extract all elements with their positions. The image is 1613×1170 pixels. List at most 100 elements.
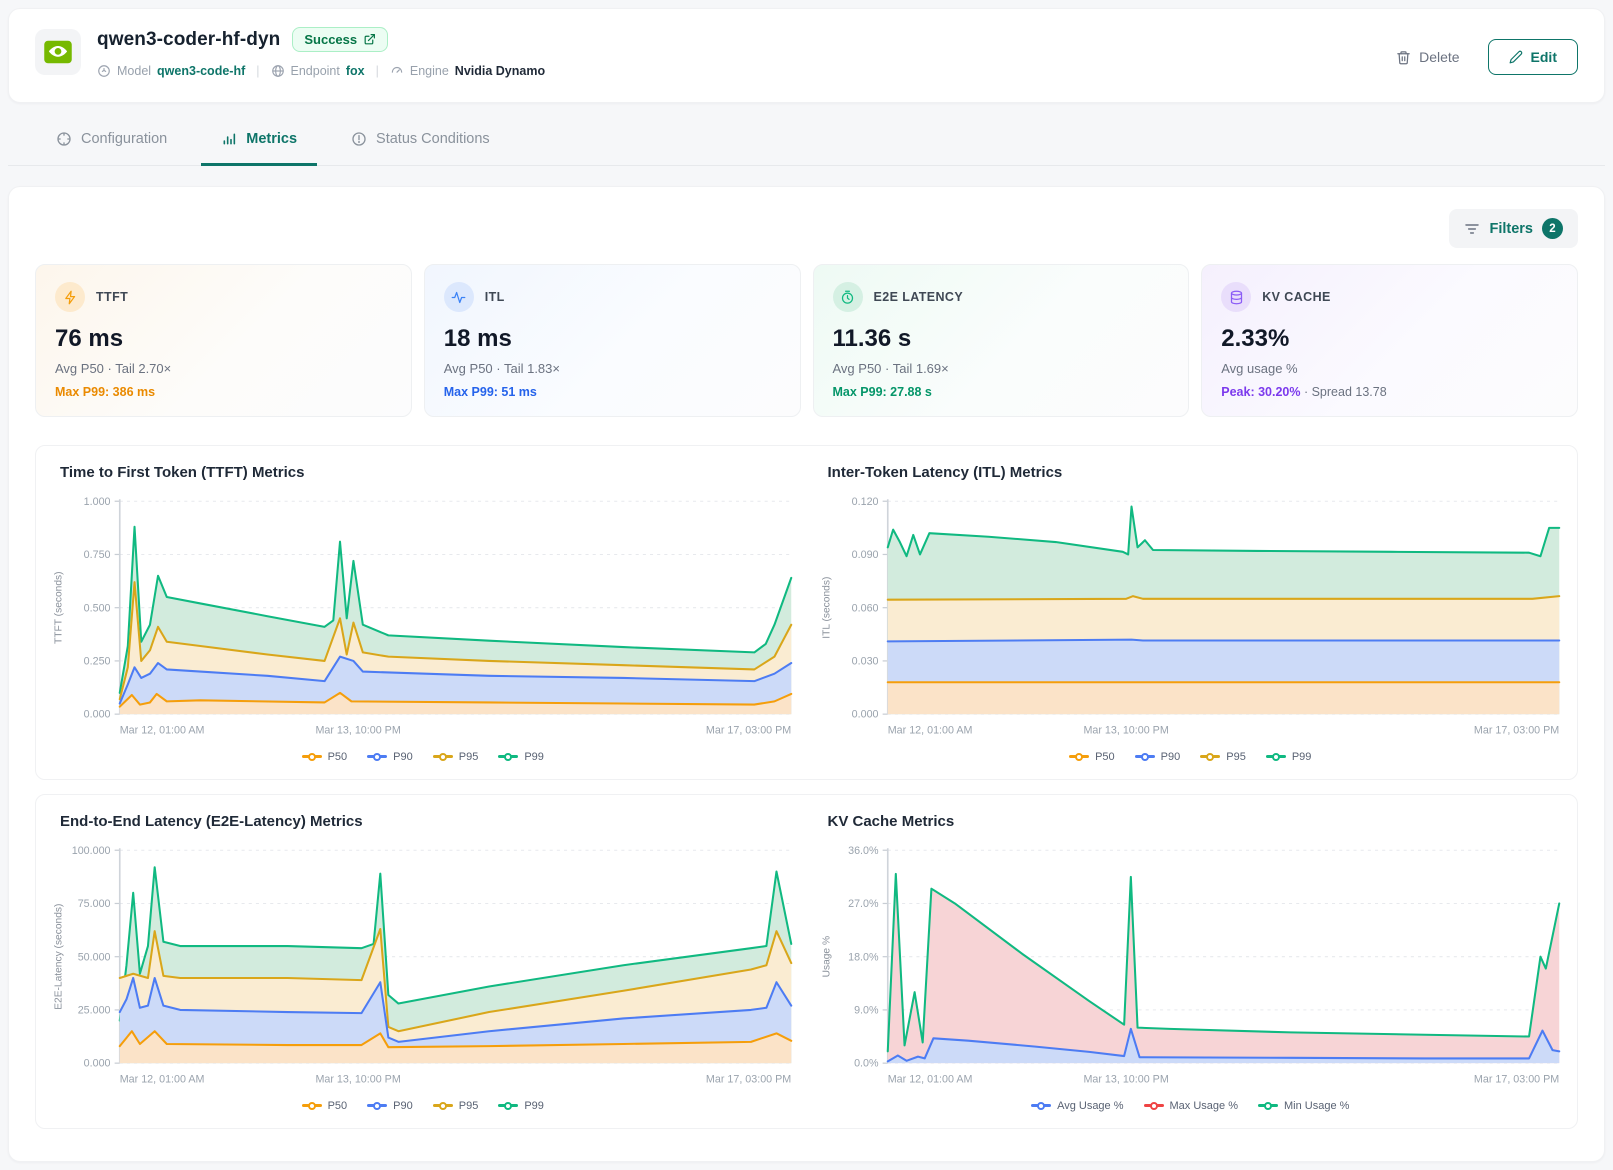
chart-row-top: Time to First Token (TTFT) Metrics 0.000…	[35, 445, 1578, 780]
e2e-legend-item[interactable]: P95	[433, 1100, 479, 1112]
kv-legend-item[interactable]: Min Usage %	[1258, 1100, 1349, 1112]
bolt-icon	[55, 282, 85, 312]
ttft-legend: P50 P90 P95 P99	[44, 751, 802, 763]
svg-text:75.000: 75.000	[78, 898, 111, 910]
summary-cards: TTFT 76 ms Avg P50 · Tail 2.70× Max P99:…	[35, 264, 1578, 417]
tab-metrics[interactable]: Metrics	[201, 115, 317, 166]
legend-label: P90	[1161, 751, 1181, 763]
itl-plot: 0.0000.0300.0600.0900.120ITL (seconds)Ma…	[812, 491, 1570, 749]
itl-legend: P50 P90 P95 P99	[812, 751, 1570, 763]
meta-endpoint-value[interactable]: fox	[346, 64, 365, 78]
legend-marker-icon	[367, 755, 387, 758]
svg-text:Mar 12, 01:00 AM: Mar 12, 01:00 AM	[120, 725, 205, 737]
chart-title: Time to First Token (TTFT) Metrics	[60, 464, 802, 481]
chart-row-bottom: End-to-End Latency (E2E-Latency) Metrics…	[35, 794, 1578, 1129]
legend-label: P50	[328, 751, 348, 763]
metrics-panel: Filters 2 TTFT 76 ms Avg P50 · Tail 2.70…	[8, 186, 1605, 1162]
header: qwen3-coder-hf-dyn Success Model qwen3-c…	[8, 8, 1605, 103]
card-subtitle: Avg P50 · Tail 2.70×	[55, 361, 392, 376]
svg-text:25.000: 25.000	[78, 1004, 111, 1016]
legend-label: Avg Usage %	[1057, 1100, 1123, 1112]
card-subtitle: Avg usage %	[1221, 361, 1558, 376]
svg-text:0.0%: 0.0%	[854, 1058, 879, 1070]
card-label: TTFT	[96, 290, 128, 304]
legend-marker-icon	[1135, 755, 1155, 758]
legend-marker-icon	[1069, 755, 1089, 758]
itl-legend-item[interactable]: P95	[1200, 751, 1246, 763]
itl-p50-area	[887, 682, 1558, 714]
ttft-legend-item[interactable]: P99	[498, 751, 544, 763]
svg-text:1.000: 1.000	[84, 496, 111, 508]
pencil-icon	[1509, 50, 1523, 64]
model-icon	[97, 64, 111, 78]
metric-card-e2e-latency: E2E LATENCY 11.36 s Avg P50 · Tail 1.69×…	[813, 264, 1190, 417]
ttft-legend-item[interactable]: P50	[302, 751, 348, 763]
e2e-legend: P50 P90 P95 P99	[44, 1100, 802, 1112]
card-label: ITL	[485, 290, 505, 304]
edit-button-label: Edit	[1531, 49, 1557, 65]
kv-plot: 0.0%9.0%18.0%27.0%36.0%Usage %Mar 12, 01…	[812, 840, 1570, 1098]
itl-legend-item[interactable]: P90	[1135, 751, 1181, 763]
svg-text:Mar 17, 03:00 PM: Mar 17, 03:00 PM	[706, 1074, 791, 1086]
legend-label: P95	[1226, 751, 1246, 763]
svg-text:9.0%: 9.0%	[854, 1004, 879, 1016]
meta-endpoint-label: Endpoint	[291, 64, 340, 78]
e2e-legend-item[interactable]: P90	[367, 1100, 413, 1112]
tab-status-conditions[interactable]: Status Conditions	[331, 115, 510, 166]
svg-text:0.000: 0.000	[851, 709, 878, 721]
nvidia-logo	[35, 29, 81, 75]
tab-configuration-label: Configuration	[81, 131, 167, 147]
e2e-plot: 0.00025.00050.00075.000100.000E2E-Latenc…	[44, 840, 802, 1098]
meta-engine: Engine Nvidia Dynamo	[390, 64, 545, 78]
alert-circle-icon	[351, 131, 367, 147]
svg-text:36.0%: 36.0%	[848, 845, 879, 857]
page-title: qwen3-coder-hf-dyn	[97, 29, 280, 51]
e2e-legend-item[interactable]: P99	[498, 1100, 544, 1112]
legend-label: P90	[393, 751, 413, 763]
chart-title: End-to-End Latency (E2E-Latency) Metrics	[60, 813, 802, 830]
ttft-legend-item[interactable]: P90	[367, 751, 413, 763]
ttft-legend-item[interactable]: P95	[433, 751, 479, 763]
kv-legend-item[interactable]: Avg Usage %	[1031, 1100, 1123, 1112]
itl-legend-item[interactable]: P50	[1069, 751, 1115, 763]
status-badge[interactable]: Success	[292, 27, 388, 52]
e2e-legend-item[interactable]: P50	[302, 1100, 348, 1112]
filters-button[interactable]: Filters 2	[1449, 209, 1578, 248]
ttft-plot: 0.0000.2500.5000.7501.000TTFT (seconds)M…	[44, 491, 802, 749]
svg-text:0.060: 0.060	[851, 602, 878, 614]
external-link-icon	[363, 33, 376, 46]
edit-button[interactable]: Edit	[1488, 39, 1578, 75]
chart-title: Inter-Token Latency (ITL) Metrics	[828, 464, 1570, 481]
svg-text:Mar 12, 01:00 AM: Mar 12, 01:00 AM	[120, 1074, 205, 1086]
itl-legend-item[interactable]: P99	[1266, 751, 1312, 763]
legend-label: P99	[524, 1100, 544, 1112]
meta-model-value[interactable]: qwen3-code-hf	[157, 64, 245, 78]
svg-text:27.0%: 27.0%	[848, 898, 879, 910]
svg-text:100.000: 100.000	[72, 845, 111, 857]
kv-legend-item[interactable]: Max Usage %	[1144, 1100, 1238, 1112]
svg-text:50.000: 50.000	[78, 951, 111, 963]
tab-configuration[interactable]: Configuration	[36, 115, 187, 166]
svg-text:Mar 12, 01:00 AM: Mar 12, 01:00 AM	[887, 1074, 972, 1086]
svg-text:0.120: 0.120	[851, 496, 878, 508]
chart-e2e-latency: End-to-End Latency (E2E-Latency) Metrics…	[44, 811, 802, 1120]
chart-kv-cache: KV Cache Metrics 0.0%9.0%18.0%27.0%36.0%…	[812, 811, 1570, 1120]
meta-endpoint: Endpoint fox	[271, 64, 365, 78]
svg-text:Mar 17, 03:00 PM: Mar 17, 03:00 PM	[706, 725, 791, 737]
engine-icon	[390, 64, 404, 78]
card-label: KV CACHE	[1262, 290, 1330, 304]
legend-marker-icon	[433, 1104, 453, 1107]
kv-legend: Avg Usage % Max Usage % Min Usage %	[812, 1100, 1570, 1112]
svg-text:Mar 13, 10:00 PM: Mar 13, 10:00 PM	[1083, 1074, 1168, 1086]
status-badge-label: Success	[304, 32, 357, 47]
legend-marker-icon	[433, 755, 453, 758]
delete-button[interactable]: Delete	[1390, 48, 1465, 66]
configuration-icon	[56, 131, 72, 147]
legend-label: P90	[393, 1100, 413, 1112]
database-icon	[1221, 282, 1251, 312]
card-subtitle: Avg P50 · Tail 1.69×	[833, 361, 1170, 376]
tab-status-conditions-label: Status Conditions	[376, 131, 490, 147]
tab-metrics-label: Metrics	[246, 131, 297, 147]
svg-text:0.750: 0.750	[84, 549, 111, 561]
filters-button-label: Filters	[1489, 221, 1533, 237]
